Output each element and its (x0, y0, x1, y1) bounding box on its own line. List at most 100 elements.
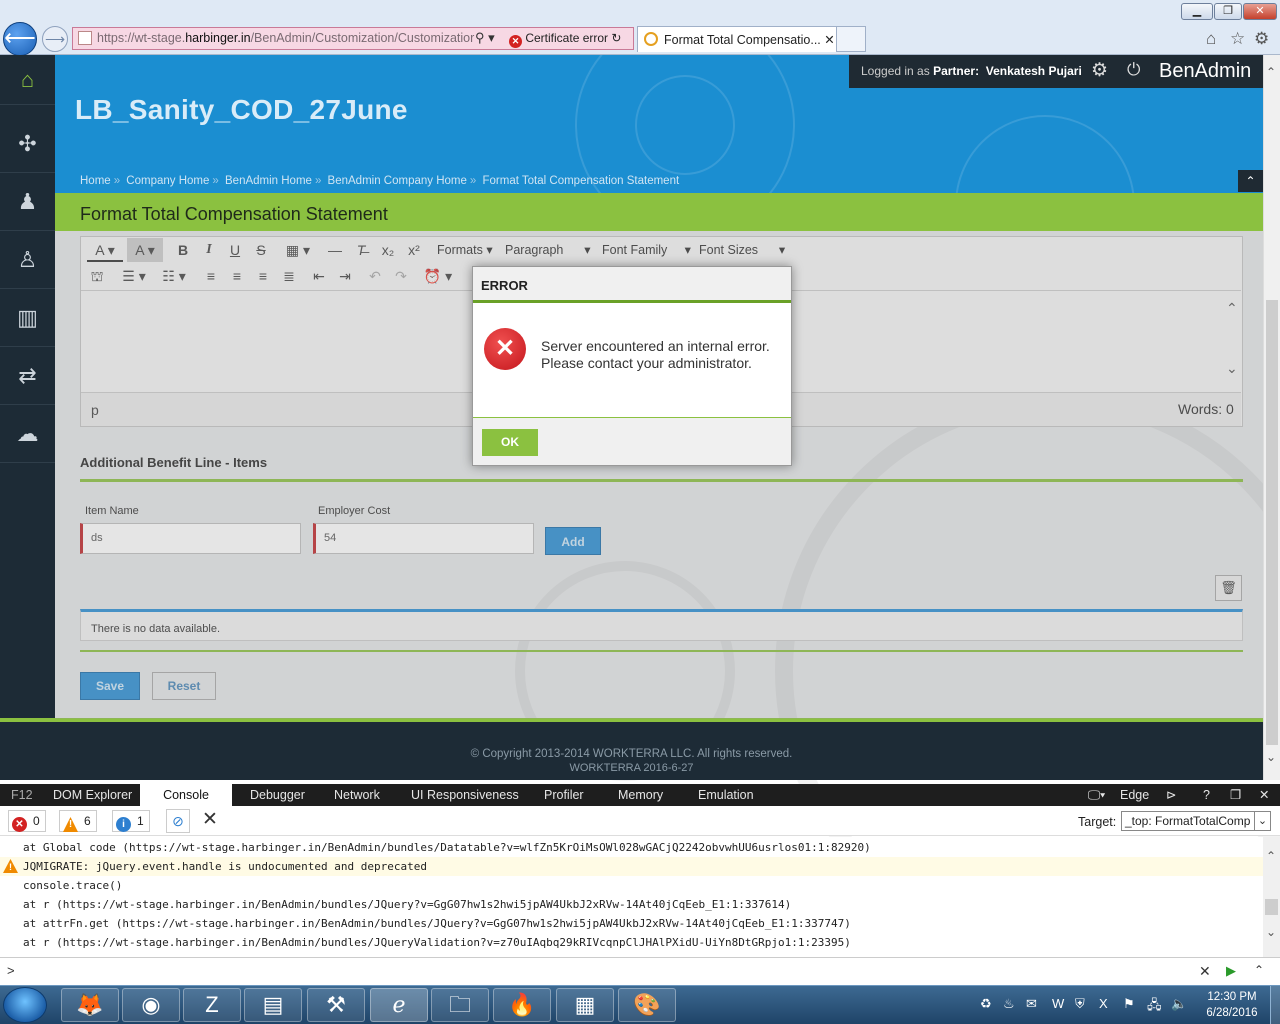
favicon-icon (644, 32, 658, 46)
scrollbar-thumb[interactable] (1265, 899, 1278, 915)
user-nav-icon[interactable]: ♙ (0, 231, 55, 289)
page-icon (78, 31, 92, 45)
dialog-message: Server encountered an internal error. Pl… (541, 338, 770, 371)
home-icon[interactable]: ⌂ (1206, 29, 1216, 49)
tray-flag-icon[interactable]: ⚑ (1123, 996, 1135, 1012)
decor-ring (635, 75, 735, 175)
breadcrumb: Home» Company Home» BenAdmin Home» BenAd… (80, 175, 680, 187)
tab-debugger[interactable]: Debugger (250, 784, 305, 806)
certificate-error-badge[interactable]: ✕ Certificate error ↻ (509, 28, 633, 49)
tray-volume-icon[interactable]: 🔈 (1171, 996, 1187, 1012)
forward-arrow-icon[interactable]: ⟶ (42, 26, 68, 52)
tab-dom-explorer[interactable]: DOM Explorer (53, 784, 132, 806)
console-scrollbar[interactable]: ⌃ ⌄ (1263, 837, 1280, 957)
document-mode-dropdown[interactable]: Edge (1120, 784, 1149, 806)
scroll-down-icon[interactable]: ⌄ (1266, 750, 1276, 764)
console-icon[interactable]: ⊳ (1166, 784, 1176, 806)
back-arrow-icon[interactable]: ⟵ (3, 22, 37, 56)
run-play-icon[interactable]: ▶ (1226, 963, 1236, 979)
refresh-icon[interactable]: ↻ (611, 31, 621, 45)
warning-filter-button[interactable]: ! 6 (59, 810, 97, 832)
home-nav-icon[interactable]: ⌂ (0, 55, 55, 105)
clear-on-navigate-icon[interactable]: ⊘ (166, 809, 190, 833)
tab-network[interactable]: Network (334, 784, 380, 806)
help-icon[interactable]: ? (1203, 784, 1210, 806)
zoho-z-icon[interactable]: Z (183, 988, 241, 1022)
chat-nav-icon[interactable]: ☁ (0, 405, 55, 463)
scroll-up-icon[interactable]: ⌃ (1266, 65, 1276, 79)
breadcrumb-home[interactable]: Home (80, 175, 111, 187)
settings-gear-icon[interactable]: ⚙ (1091, 59, 1108, 82)
scroll-down-icon[interactable]: ⌄ (1266, 925, 1276, 939)
tab-memory[interactable]: Memory (618, 784, 663, 806)
decor-ring (955, 115, 1135, 193)
prompt-symbol: > (7, 963, 15, 978)
collapse-chevron-icon[interactable]: ⌃ (1238, 170, 1263, 192)
new-tab-button[interactable] (837, 26, 866, 52)
console-line: at attrFn.get (https://wt-stage.harbinge… (23, 917, 851, 930)
breadcrumb-benadmin-home[interactable]: BenAdmin Home (225, 175, 312, 187)
tray-network-icon[interactable]: 🖧 (1147, 996, 1162, 1018)
tab-profiler[interactable]: Profiler (544, 784, 584, 806)
minimize-button[interactable]: ▁ (1181, 3, 1213, 20)
transfer-nav-icon[interactable]: ⇄ (0, 347, 55, 405)
tray-shield-icon[interactable]: ⛨ (1075, 996, 1085, 1012)
firefox-icon[interactable]: 🦊 (61, 988, 119, 1022)
error-filter-button[interactable]: ✕ 0 (8, 810, 46, 832)
console-input[interactable]: > ✕ ▶ ⌃ (0, 957, 1280, 985)
tray-word-icon[interactable]: W (1052, 996, 1064, 1011)
chart-nav-icon[interactable]: ▥ (0, 289, 55, 347)
taskbar-clock[interactable]: 12:30 PM 6/28/2016 (1197, 989, 1267, 1021)
favorites-star-icon[interactable]: ☆ (1230, 29, 1245, 49)
browser-tab-active[interactable]: Format Total Compensatio... ✕ (637, 26, 837, 52)
search-icon[interactable]: ⚲ ▾ (475, 30, 495, 46)
tray-excel-icon[interactable]: X (1099, 996, 1108, 1011)
expand-chevron-icon[interactable]: ⌃ (1254, 963, 1264, 977)
close-window-button[interactable]: ✕ (1243, 3, 1277, 20)
user-star-nav-icon[interactable]: ♟ (0, 173, 55, 231)
show-desktop-button[interactable] (1270, 986, 1280, 1024)
console-line: at r (https://wt-stage.harbinger.in/BenA… (23, 898, 792, 911)
power-icon[interactable]: ⏻ (1127, 60, 1140, 80)
devtools-f12-label: F12 (11, 788, 33, 802)
info-icon: i (116, 817, 131, 832)
internet-explorer-icon[interactable]: ℯ (370, 988, 428, 1022)
tray-flame-icon[interactable]: ♨ (1003, 996, 1015, 1012)
tray-sync-icon[interactable]: ♻ (980, 996, 992, 1012)
scrollbar-thumb[interactable] (1266, 300, 1278, 745)
error-icon: ✕ (12, 817, 27, 832)
page-scrollbar[interactable]: ⌃ ⌄ (1263, 55, 1280, 780)
file-explorer-icon[interactable]: 🗀 (431, 988, 489, 1022)
tab-close-icon[interactable]: ✕ (824, 33, 834, 47)
version-text: WORKTERRA 2016-6-27 (569, 762, 694, 774)
devtools-close-icon[interactable]: ✕ (1259, 784, 1269, 806)
ok-button[interactable]: OK (482, 429, 538, 456)
start-button-windows-icon[interactable] (3, 987, 47, 1023)
clear-console-icon[interactable]: ✕ (202, 808, 218, 831)
tab-console[interactable]: Console (140, 784, 232, 807)
device-mode-icon[interactable]: 🖵▾ (1088, 784, 1105, 806)
scroll-up-icon[interactable]: ⌃ (1266, 849, 1276, 863)
logged-in-info: Logged in as Partner: Venkatesh Pujari (861, 64, 1082, 78)
target-select[interactable]: _top: FormatTotalComp (1121, 811, 1271, 831)
page-title: Format Total Compensation Statement (80, 204, 388, 224)
chrome-icon[interactable]: ◉ (122, 988, 180, 1022)
tab-emulation[interactable]: Emulation (698, 784, 754, 806)
tab-ui-responsiveness[interactable]: UI Responsiveness (411, 784, 519, 806)
clear-input-icon[interactable]: ✕ (1199, 963, 1211, 980)
breadcrumb-company-home[interactable]: Company Home (126, 175, 209, 187)
notepad-icon[interactable]: ▤ (244, 988, 302, 1022)
info-filter-button[interactable]: i1 (112, 810, 150, 832)
flame-app-icon[interactable]: 🔥 (493, 988, 551, 1022)
tray-mail-icon[interactable]: ✉ (1026, 996, 1037, 1012)
paint-icon[interactable]: 🎨 (618, 988, 676, 1022)
tools-icon[interactable]: ⚒ (307, 988, 365, 1022)
settings-gear-icon[interactable]: ⚙ (1254, 29, 1269, 49)
spreadsheet-icon[interactable]: ▦ (556, 988, 614, 1022)
chevron-down-icon[interactable]: ⌄ (1254, 812, 1270, 830)
puzzle-nav-icon[interactable]: ✣ (0, 115, 55, 173)
maximize-button[interactable]: ❐ (1214, 3, 1242, 20)
console-output: at Global code (https://wt-stage.harbing… (0, 837, 1263, 957)
undock-icon[interactable]: ❐ (1230, 784, 1241, 806)
breadcrumb-benadmin-company-home[interactable]: BenAdmin Company Home (328, 175, 467, 187)
